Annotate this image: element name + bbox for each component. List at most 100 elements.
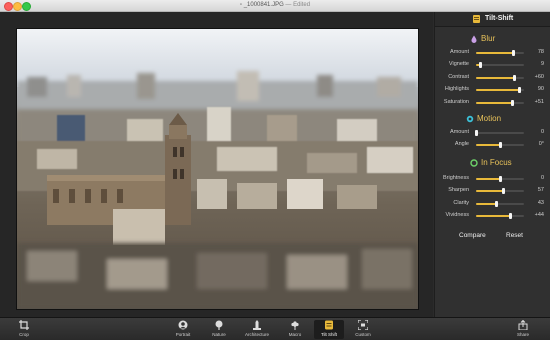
slider-fill [476,190,504,193]
slider-knob[interactable] [510,99,514,106]
slider-track[interactable] [476,188,524,195]
crop-icon [19,320,29,330]
slider-fill [476,178,500,180]
slider-knob[interactable] [498,176,502,182]
slider-knob[interactable] [512,74,516,81]
slider-label: Sharpen [448,187,469,194]
portrait-button[interactable]: Portrait [168,320,198,339]
slider-track[interactable] [476,176,524,182]
portrait-icon [178,320,188,330]
slider-value: 0 [540,175,544,181]
section-title: Blur [481,34,496,43]
slider-knob[interactable] [478,62,482,69]
slider-knob[interactable] [509,213,513,220]
slider-knob[interactable] [501,188,505,195]
slider-fill [476,144,500,147]
architecture-button[interactable]: Architecture [242,320,272,339]
slider-knob[interactable] [498,142,502,149]
share-button[interactable]: Share [508,320,538,339]
nature-button[interactable]: Nature [204,320,234,339]
slider-label: Vignette [448,61,469,68]
slider-row-saturation: Saturation +51 [435,98,550,108]
reset-button[interactable]: Reset [506,232,523,239]
slider-fill [476,101,513,104]
macro-button[interactable]: Macro [280,320,310,339]
compare-button[interactable]: Compare [459,232,486,239]
panel-title: Tilt-Shift [485,15,514,22]
slider-track[interactable] [476,62,524,69]
slider-knob[interactable] [495,200,499,207]
slider-track[interactable] [476,213,524,220]
slider-label: Vividness [445,212,469,219]
slider-label: Contrast [448,73,469,80]
slider-knob[interactable] [474,130,478,136]
slider-value: 78 [537,49,544,55]
share-icon [518,320,528,330]
slider-value: +60 [534,73,544,80]
tilt-shift-icon [473,15,480,23]
section-title: In Focus [481,158,512,167]
slider-row-brightness: Brightness 0 [435,174,550,184]
crop-button[interactable]: Crop [9,320,39,339]
focus-ring-icon [470,159,478,167]
slider-row-angle: Angle 0° [435,140,550,150]
slider-track[interactable] [476,50,524,56]
editor-canvas [0,12,433,317]
slider-fill [476,215,511,218]
slider-value: 43 [537,199,544,206]
slider-value: 90 [537,86,544,93]
slider-value: +51 [534,98,544,105]
slider-track[interactable] [476,142,524,149]
adjustments-panel: Tilt-Shift Blur Amount 78 Vignette 9 Contrast… [434,12,550,317]
bottom-toolbar: Crop Portrait Nature Architecture Macro … [0,317,550,340]
slider-label: Brightness [443,175,469,181]
slider-value: 9 [540,61,544,68]
panel-header: Tilt-Shift [435,12,550,27]
tilt-shift-icon [325,320,333,330]
slider-label: Amount [450,129,469,135]
slider-fill [476,76,515,79]
slider-label: Clarity [453,199,469,206]
slider-value: 0 [540,129,544,135]
custom-button[interactable]: Custom [348,320,378,339]
slider-row-contrast: Contrast +60 [435,73,550,83]
slider-track[interactable] [476,99,524,106]
slider-row-clarity: Clarity 43 [435,199,550,209]
slider-knob[interactable] [517,87,521,94]
slider-row-sharpen: Sharpen 57 [435,186,550,196]
slider-label: Angle [454,141,469,148]
photo-preview[interactable] [16,28,419,310]
slider-fill [476,89,520,92]
drop-icon [471,35,477,43]
slider-track[interactable] [474,130,524,136]
window-edited-status: Edited [293,2,311,8]
window-title: ▫ _1000841.JPG — Edited [239,2,311,8]
tree-icon [215,320,223,330]
slider-row-amount: Amount 0 [435,128,550,138]
slider-fill [476,202,497,205]
slider-label: Highlights [444,86,469,93]
slider-label: Amount [450,49,469,55]
slider-label: Saturation [443,98,469,105]
title-bar: ▫ _1000841.JPG — Edited [0,0,550,12]
slider-value: 0° [538,141,544,148]
slider-track[interactable] [476,87,524,94]
slider-value: 57 [537,187,544,194]
tilt-shift-button[interactable]: Tilt Shift [314,320,344,339]
slider-row-vividness: Vividness +44 [435,211,550,221]
custom-frame-icon [358,320,368,330]
slider-row-amount: Amount 78 [435,48,550,58]
tower-icon [253,320,261,330]
slider-row-highlights: Highlights 90 [435,85,550,95]
cityscape-image [17,29,418,309]
slider-value: +44 [534,212,544,219]
slider-row-vignette: Vignette 9 [435,60,550,70]
motion-icon [466,115,474,123]
window-filename: _1000841.JPG [243,2,284,8]
slider-track[interactable] [476,74,524,81]
slider-track[interactable] [476,200,524,207]
slider-fill [476,52,514,54]
slider-knob[interactable] [511,50,515,56]
panel-actions: Compare Reset [435,232,550,246]
section-title: Motion [477,114,502,123]
